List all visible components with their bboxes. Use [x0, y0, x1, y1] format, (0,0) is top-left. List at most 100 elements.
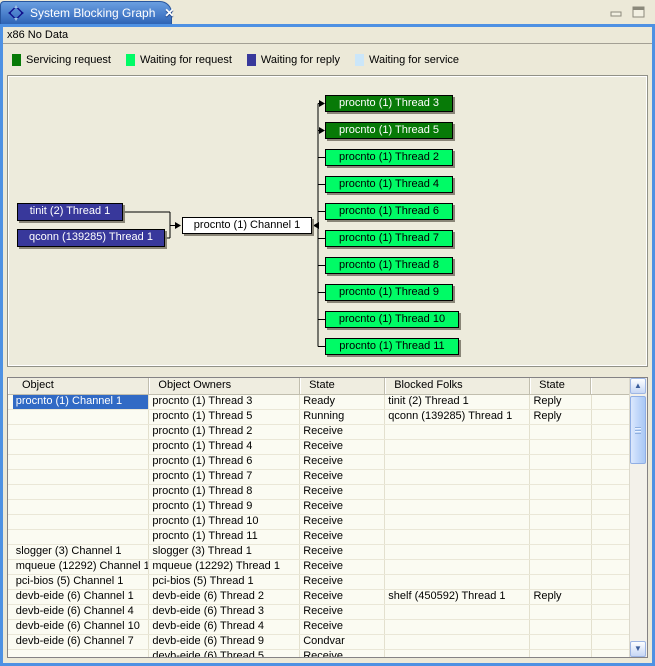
graph-node-thread[interactable]: procnto (1) Thread 7	[325, 230, 453, 247]
table-cell[interactable]	[592, 545, 630, 559]
table-cell[interactable]: procnto (1) Thread 5	[149, 410, 300, 424]
table-row[interactable]: devb-eide (6) Channel 10devb-eide (6) Th…	[8, 620, 630, 635]
table-cell[interactable]	[530, 560, 591, 574]
table-cell[interactable]	[385, 485, 530, 499]
graph-node-thread[interactable]: procnto (1) Thread 3	[325, 95, 453, 112]
table-cell[interactable]	[13, 650, 150, 657]
table-cell[interactable]	[530, 620, 591, 634]
table-row[interactable]: mqueue (12292) Channel 1mqueue (12292) T…	[8, 560, 630, 575]
table-cell[interactable]	[385, 440, 530, 454]
scrollbar-thumb[interactable]	[630, 396, 646, 464]
maximize-icon[interactable]	[632, 6, 646, 19]
table-cell[interactable]	[592, 440, 630, 454]
table-cell[interactable]: devb-eide (6) Thread 5	[149, 650, 300, 657]
table-cell[interactable]: Receive	[300, 470, 385, 484]
table-cell[interactable]	[385, 470, 530, 484]
table-row[interactable]: pci-bios (5) Channel 1pci-bios (5) Threa…	[8, 575, 630, 590]
column-header-state[interactable]: State	[530, 378, 591, 394]
table-cell[interactable]	[530, 635, 591, 649]
table-cell[interactable]: Receive	[300, 515, 385, 529]
graph-node-thread[interactable]: procnto (1) Thread 8	[325, 257, 453, 274]
table-row[interactable]: procnto (1) Thread 7Receive	[8, 470, 630, 485]
table-cell[interactable]	[13, 500, 150, 514]
graph-node-channel[interactable]: procnto (1) Channel 1	[182, 217, 312, 234]
table-row[interactable]: devb-eide (6) Channel 7devb-eide (6) Thr…	[8, 635, 630, 650]
table-cell[interactable]	[13, 410, 150, 424]
table-cell[interactable]	[592, 605, 630, 619]
table-row[interactable]: procnto (1) Thread 5Runningqconn (139285…	[8, 410, 630, 425]
close-icon[interactable]: ✕	[164, 7, 174, 19]
table-cell[interactable]: Running	[300, 410, 385, 424]
table-cell[interactable]: Receive	[300, 590, 385, 604]
table-cell[interactable]: Receive	[300, 575, 385, 589]
graph-node-thread[interactable]: procnto (1) Thread 6	[325, 203, 453, 220]
table-cell[interactable]: mqueue (12292) Thread 1	[149, 560, 300, 574]
graph-node-thread[interactable]: procnto (1) Thread 11	[325, 338, 459, 355]
table-row[interactable]: devb-eide (6) Channel 4devb-eide (6) Thr…	[8, 605, 630, 620]
table-cell[interactable]: qconn (139285) Thread 1	[385, 410, 530, 424]
table-cell[interactable]	[530, 605, 591, 619]
table-cell[interactable]: Receive	[300, 485, 385, 499]
table-cell[interactable]	[13, 530, 150, 544]
table-cell[interactable]	[13, 515, 150, 529]
table-cell[interactable]: procnto (1) Thread 10	[149, 515, 300, 529]
table-cell[interactable]: mqueue (12292) Channel 1	[13, 560, 150, 574]
table-cell[interactable]	[592, 395, 630, 409]
table-cell[interactable]	[385, 455, 530, 469]
table-cell[interactable]: Receive	[300, 500, 385, 514]
table-cell[interactable]	[530, 470, 591, 484]
table-cell[interactable]	[385, 530, 530, 544]
graph-node-client[interactable]: qconn (139285) Thread 1	[17, 229, 165, 247]
table-cell[interactable]: devb-eide (6) Channel 1	[13, 590, 150, 604]
table-row[interactable]: slogger (3) Channel 1slogger (3) Thread …	[8, 545, 630, 560]
table-cell[interactable]: devb-eide (6) Thread 2	[149, 590, 300, 604]
scroll-down-icon[interactable]: ▼	[630, 641, 646, 657]
table-cell[interactable]	[385, 635, 530, 649]
table-cell[interactable]: procnto (1) Thread 8	[149, 485, 300, 499]
table-cell[interactable]	[13, 455, 150, 469]
table-cell[interactable]: devb-eide (6) Thread 4	[149, 620, 300, 634]
table-cell[interactable]	[592, 590, 630, 604]
table-cell[interactable]: devb-eide (6) Channel 10	[13, 620, 150, 634]
column-header-state[interactable]: State	[300, 378, 385, 394]
table-row[interactable]: procnto (1) Thread 4Receive	[8, 440, 630, 455]
table-cell[interactable]	[13, 470, 150, 484]
graph-node-thread[interactable]: procnto (1) Thread 4	[325, 176, 453, 193]
minimize-icon[interactable]	[610, 7, 623, 19]
table-cell[interactable]	[592, 620, 630, 634]
graph-node-thread[interactable]: procnto (1) Thread 9	[325, 284, 453, 301]
table-cell[interactable]: devb-eide (6) Channel 4	[13, 605, 150, 619]
table-row[interactable]: procnto (1) Channel 1procnto (1) Thread …	[8, 395, 630, 410]
table-cell[interactable]	[530, 440, 591, 454]
table-cell[interactable]	[530, 545, 591, 559]
table-row[interactable]: procnto (1) Thread 11Receive	[8, 530, 630, 545]
scroll-up-icon[interactable]: ▲	[630, 378, 646, 394]
table-cell[interactable]	[592, 575, 630, 589]
table-cell[interactable]	[13, 425, 150, 439]
table-cell[interactable]	[530, 515, 591, 529]
table-cell[interactable]: Receive	[300, 545, 385, 559]
table-cell[interactable]	[530, 425, 591, 439]
table-cell[interactable]: devb-eide (6) Thread 9	[149, 635, 300, 649]
table-cell[interactable]: procnto (1) Thread 9	[149, 500, 300, 514]
table-cell[interactable]: pci-bios (5) Thread 1	[149, 575, 300, 589]
table-cell[interactable]	[592, 455, 630, 469]
table-cell[interactable]: procnto (1) Channel 1	[13, 395, 150, 409]
column-header-blocked-folks[interactable]: Blocked Folks	[385, 378, 530, 394]
table-cell[interactable]	[385, 575, 530, 589]
table-row[interactable]: procnto (1) Thread 10Receive	[8, 515, 630, 530]
column-header-object[interactable]: Object	[8, 378, 149, 394]
table-cell[interactable]	[530, 650, 591, 657]
table-cell[interactable]: slogger (3) Thread 1	[149, 545, 300, 559]
table-cell[interactable]: procnto (1) Thread 3	[149, 395, 300, 409]
table-row[interactable]: devb-eide (6) Thread 5Receive	[8, 650, 630, 657]
table-cell[interactable]	[530, 575, 591, 589]
table-cell[interactable]: procnto (1) Thread 6	[149, 455, 300, 469]
table-cell[interactable]	[385, 545, 530, 559]
table-row[interactable]: devb-eide (6) Channel 1devb-eide (6) Thr…	[8, 590, 630, 605]
table-cell[interactable]: Receive	[300, 560, 385, 574]
table-row[interactable]: procnto (1) Thread 8Receive	[8, 485, 630, 500]
table-cell[interactable]	[592, 650, 630, 657]
table-cell[interactable]: procnto (1) Thread 2	[149, 425, 300, 439]
table-cell[interactable]	[592, 635, 630, 649]
